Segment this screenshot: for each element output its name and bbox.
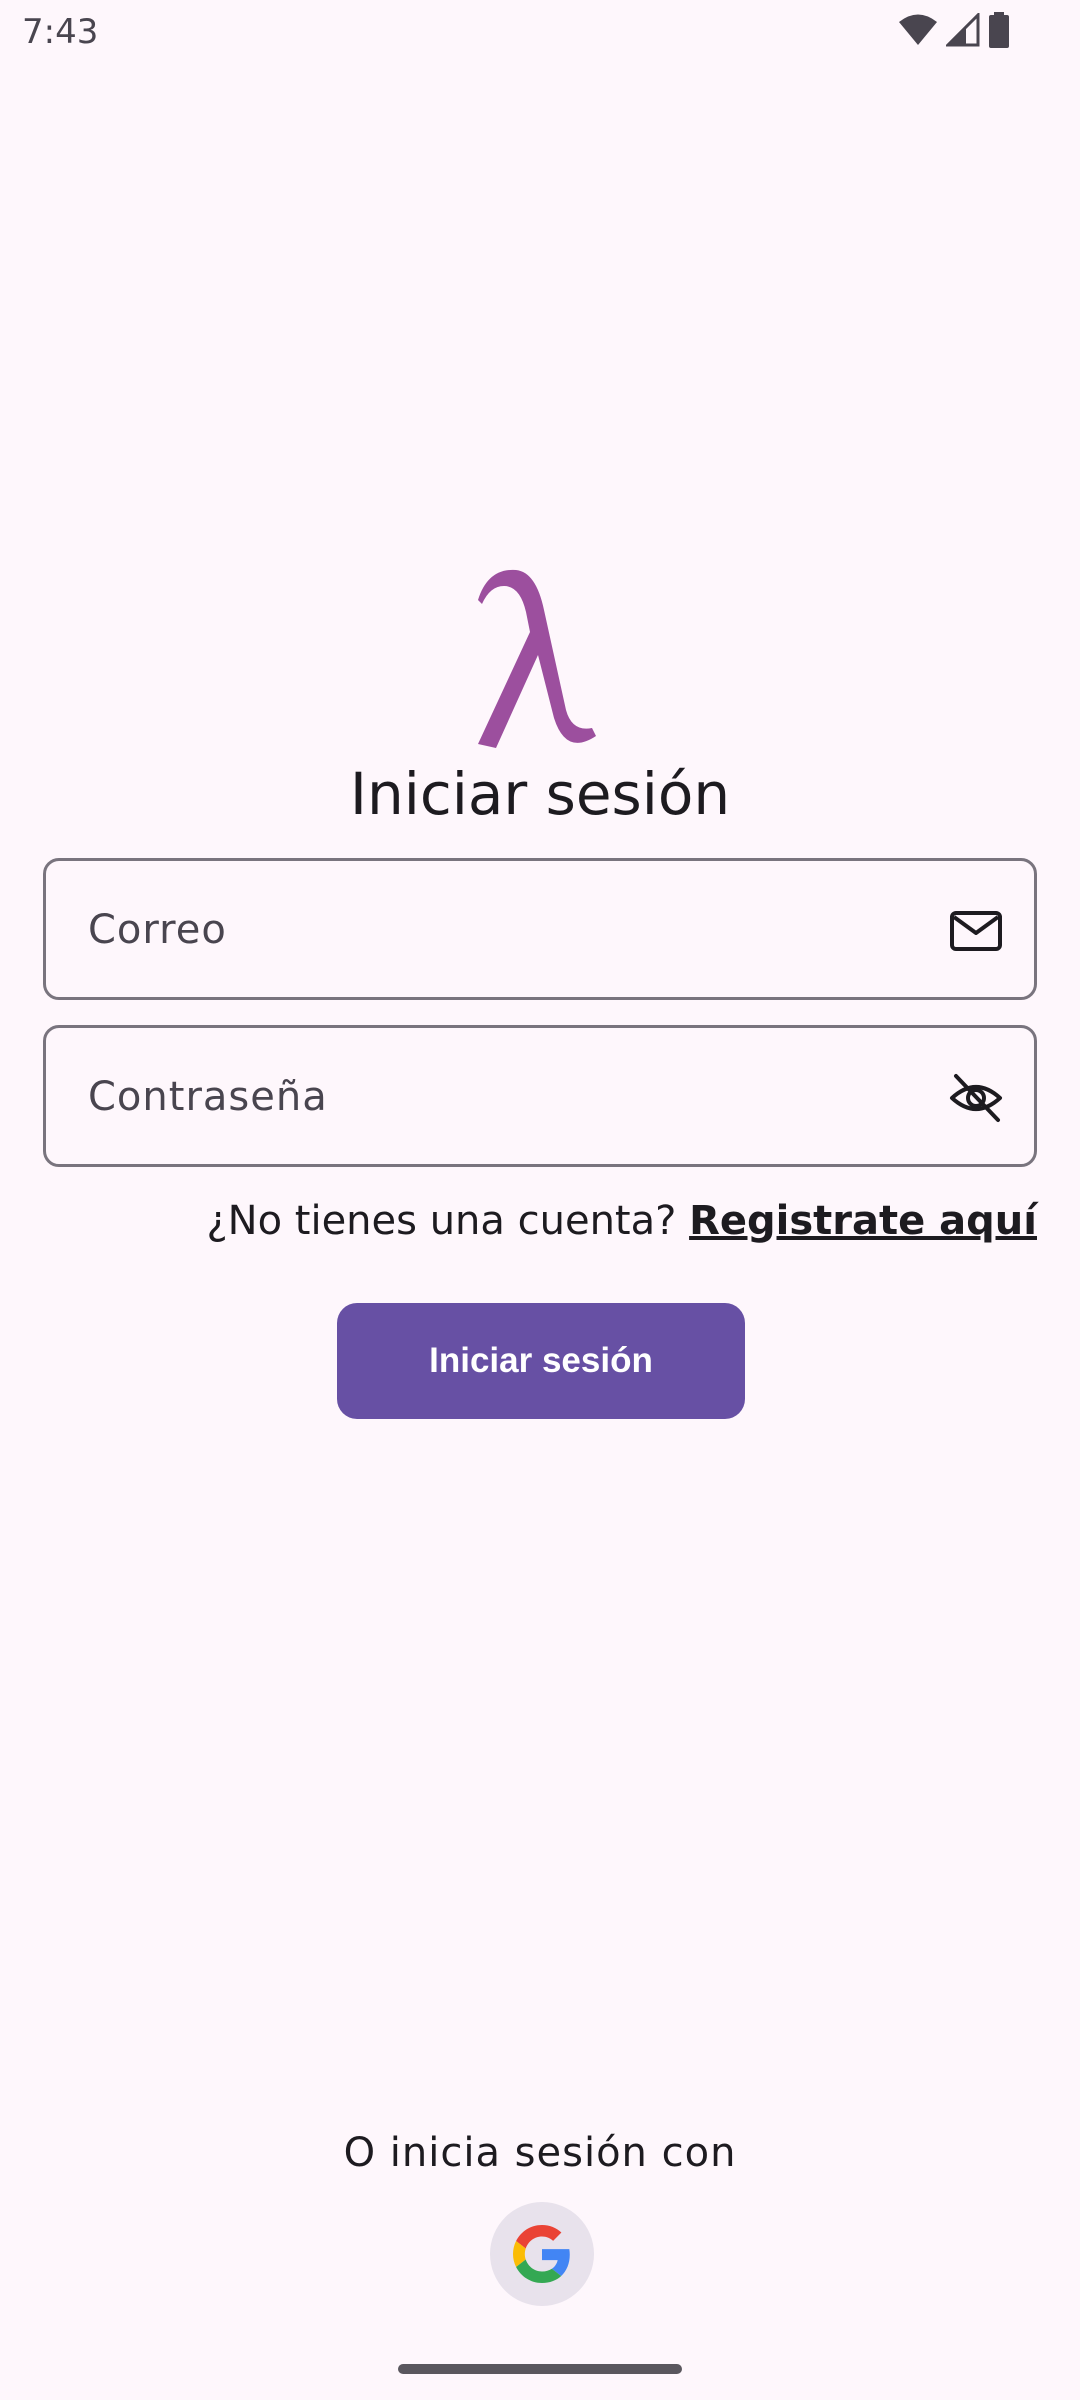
password-input[interactable] bbox=[86, 1028, 950, 1166]
status-bar: 7:43 bbox=[0, 0, 1080, 64]
google-login-button[interactable] bbox=[490, 2202, 594, 2306]
battery-icon bbox=[989, 12, 1009, 48]
cell-signal-icon bbox=[946, 13, 980, 47]
alternative-login-text: O inicia sesión con bbox=[343, 2130, 737, 2176]
page-title: Iniciar sesión bbox=[349, 760, 731, 828]
login-button[interactable]: Iniciar sesión bbox=[337, 1303, 745, 1419]
mail-icon bbox=[950, 911, 1002, 951]
password-field[interactable] bbox=[43, 1025, 1037, 1167]
email-field[interactable] bbox=[43, 858, 1037, 1000]
google-icon bbox=[513, 2225, 570, 2283]
signup-row: ¿No tienes una cuenta? Registrate aquí bbox=[206, 1198, 1037, 1244]
status-icons bbox=[898, 12, 1010, 48]
email-input[interactable] bbox=[86, 861, 950, 999]
status-time: 7:43 bbox=[22, 12, 99, 52]
wifi-icon bbox=[899, 14, 937, 45]
lambda-logo bbox=[478, 569, 596, 748]
signup-prompt: ¿No tienes una cuenta? bbox=[206, 1198, 690, 1244]
signup-link[interactable]: Registrate aquí bbox=[689, 1198, 1037, 1244]
visibility-off-icon[interactable] bbox=[948, 1070, 1004, 1126]
home-indicator[interactable] bbox=[398, 2364, 682, 2374]
